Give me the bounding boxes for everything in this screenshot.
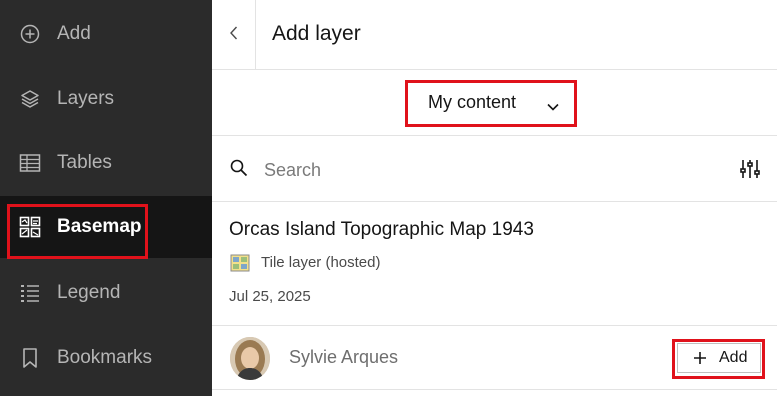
search-icon: [229, 158, 249, 183]
dropdown-selected-value: My content: [428, 92, 517, 112]
back-button[interactable]: [212, 0, 256, 70]
sidebar: Add Layers Tables Basemap Legend Bookmar…: [0, 0, 212, 396]
result-date: Jul 25, 2025: [229, 288, 311, 305]
plus-icon: [692, 350, 708, 371]
result-card[interactable]: Orcas Island Topographic Map 1943 Tile l…: [212, 202, 777, 326]
result-title: Orcas Island Topographic Map 1943: [229, 219, 534, 240]
basemap-icon: [19, 216, 41, 238]
source-row: My content: [212, 70, 777, 136]
result-owner-row: Sylvie Arques Add: [212, 326, 777, 390]
search-row: [212, 136, 777, 202]
sidebar-item-legend[interactable]: Legend: [0, 262, 212, 324]
filter-sliders-icon[interactable]: [739, 158, 761, 185]
sidebar-item-label: Layers: [57, 88, 115, 109]
legend-icon: [19, 282, 41, 304]
table-icon: [19, 152, 41, 174]
sidebar-item-basemap[interactable]: Basemap: [0, 196, 212, 258]
add-button-label: Add: [719, 349, 748, 366]
add-circle-icon: [19, 23, 41, 45]
panel-title: Add layer: [272, 22, 361, 45]
search-input[interactable]: [262, 154, 706, 186]
owner-name: Sylvie Arques: [289, 347, 399, 367]
chevron-down-icon: [546, 96, 560, 117]
sidebar-item-label: Bookmarks: [57, 347, 153, 368]
sidebar-item-label: Add: [57, 23, 91, 44]
chevron-left-icon: [229, 25, 239, 46]
sidebar-item-add[interactable]: Add: [0, 3, 212, 65]
content-source-dropdown[interactable]: My content: [406, 79, 576, 126]
sidebar-item-label: Tables: [57, 152, 112, 173]
sidebar-item-tables[interactable]: Tables: [0, 132, 212, 194]
add-layer-panel: Add layer My content Orcas Island Topogr…: [212, 0, 777, 396]
panel-header: Add layer: [212, 0, 777, 70]
layers-icon: [19, 88, 41, 110]
sidebar-item-layers[interactable]: Layers: [0, 68, 212, 130]
sidebar-item-label: Legend: [57, 282, 121, 303]
sidebar-item-bookmarks[interactable]: Bookmarks: [0, 327, 212, 389]
bookmark-icon: [19, 347, 41, 369]
result-type: Tile layer (hosted): [261, 254, 381, 271]
avatar: [230, 337, 270, 380]
add-layer-button[interactable]: Add: [677, 343, 761, 373]
tile-layer-icon: [230, 254, 250, 277]
sidebar-item-label: Basemap: [57, 216, 142, 237]
